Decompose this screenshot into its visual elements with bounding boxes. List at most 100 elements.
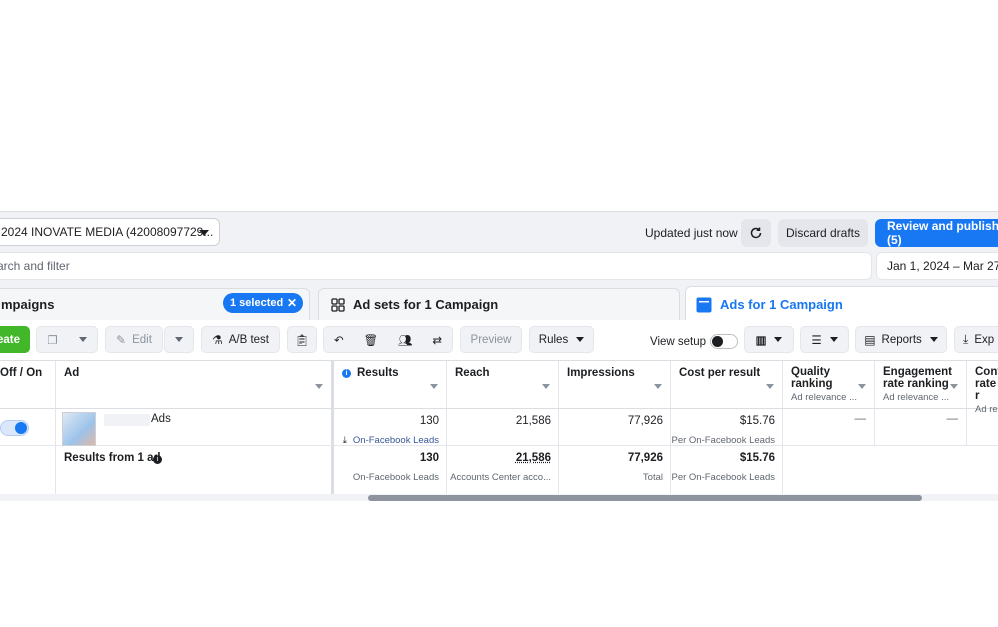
account-selector[interactable]: 2024 INOVATE MEDIA (42008097729...	[0, 218, 220, 246]
column-header-off-on[interactable]: Off / On	[0, 361, 56, 409]
summary-reach-cell: 21,586 Accounts Center acco...	[447, 446, 559, 494]
summary-results: 130	[419, 452, 439, 464]
share-icon[interactable]: ⇄	[432, 333, 442, 347]
view-setup-toggle[interactable]	[710, 334, 738, 349]
reach-value: 21,586	[515, 415, 551, 427]
summary-impressions-cell: 77,926 Total	[559, 446, 671, 494]
people-icon[interactable]: 👥︎	[398, 333, 413, 347]
column-header-engagement-ranking[interactable]: Engagement rate ranking Ad relevance ...	[875, 361, 967, 409]
results-type-link[interactable]: ⤓ On-Facebook Leads	[343, 435, 439, 446]
edit-label: Edit	[132, 333, 152, 346]
column-header-cost-per-result[interactable]: Cost per result	[671, 361, 783, 409]
download-icon: ⤓	[342, 435, 347, 446]
chevron-down-icon	[774, 337, 783, 342]
summary-cost: $15.76	[739, 452, 775, 464]
tab-ad-sets[interactable]: Ad sets for 1 Campaign	[318, 288, 680, 320]
date-range-picker[interactable]: Jan 1, 2024 – Mar 27, 2	[876, 252, 998, 280]
breakdown-button[interactable]: ☰	[800, 326, 849, 353]
table-row-cost-cell: $15.76 Per On-Facebook Leads	[671, 409, 783, 446]
ad-name[interactable]: Ads	[151, 413, 171, 425]
engagement-value: —	[946, 413, 959, 425]
chevron-down-icon	[78, 337, 87, 342]
sort-icon[interactable]	[950, 384, 958, 389]
flask-icon: ⚗	[211, 332, 223, 347]
create-button[interactable]: eate	[0, 326, 30, 353]
undo-icon[interactable]: ↶	[334, 333, 344, 347]
clipboard-button[interactable]: 📋︎	[287, 326, 317, 353]
sort-icon[interactable]	[654, 384, 662, 389]
column-header-impressions[interactable]: Impressions	[559, 361, 671, 409]
table-row-quality-cell: —	[783, 409, 875, 446]
cost-sublabel: Per On-Facebook Leads	[671, 435, 775, 446]
info-icon[interactable]: i	[153, 455, 162, 464]
rules-button[interactable]: Rules	[529, 326, 594, 353]
column-header-reach[interactable]: Reach	[447, 361, 559, 409]
table-row-engagement-cell: —	[875, 409, 967, 446]
export-button[interactable]: ⤓ Exp	[954, 326, 998, 353]
tab-campaigns-label: mpaigns	[1, 297, 55, 312]
header-label: Quality ranking	[791, 366, 833, 390]
edit-button[interactable]: ✎ Edit	[105, 326, 163, 353]
ad-status-toggle[interactable]	[0, 420, 29, 436]
horizontal-scrollbar[interactable]	[368, 495, 922, 501]
sort-icon[interactable]	[430, 384, 438, 389]
cost-value: $15.76	[739, 415, 775, 427]
table-row-reach-cell: 21,586	[447, 409, 559, 446]
selected-pill[interactable]: 1 selected ✕	[223, 293, 303, 313]
discard-drafts-button[interactable]: Discard drafts	[778, 219, 868, 247]
duplicate-button[interactable]: ❐	[36, 326, 98, 353]
columns-icon: ▥	[755, 334, 767, 347]
chevron-down-icon	[175, 337, 183, 342]
columns-button[interactable]: ▥	[744, 326, 794, 353]
preview-button[interactable]: Preview	[460, 326, 522, 353]
tab-ad-sets-label: Ad sets for 1 Campaign	[353, 297, 499, 312]
chevron-down-icon	[576, 337, 585, 342]
reports-icon: ▤	[864, 332, 876, 347]
search-filter-input[interactable]: arch and filter	[0, 252, 872, 280]
review-publish-button[interactable]: Review and publish (5)	[875, 219, 998, 247]
table-row-ad-cell[interactable]: Ads	[56, 409, 334, 446]
selected-count: 1 selected	[230, 297, 284, 309]
ads-table: Off / On Ad i Results Reach Impressions C…	[0, 360, 998, 494]
ab-test-button[interactable]: ⚗ A/B test	[201, 326, 280, 353]
reports-button[interactable]: ▤ Reports	[855, 326, 947, 353]
ad-icon	[696, 297, 712, 312]
sort-icon[interactable]	[542, 384, 550, 389]
reports-label: Reports	[881, 333, 922, 346]
view-setup-label: View setup	[650, 336, 707, 348]
summary-reach[interactable]: 21,586	[516, 452, 551, 464]
sort-icon[interactable]	[315, 384, 323, 389]
redacted-text	[104, 414, 150, 426]
chevron-down-icon	[199, 230, 209, 236]
summary-cost-cell: $15.76 Per On-Facebook Leads	[671, 446, 783, 494]
column-header-ad[interactable]: Ad	[56, 361, 334, 409]
header-sublabel: Ad relevance ...	[791, 392, 858, 403]
header-label: Engagement rate ranking	[883, 366, 953, 390]
header-label: Conv rate r	[975, 366, 998, 402]
account-name: 2024 INOVATE MEDIA (42008097729...	[1, 225, 214, 239]
header-label: Cost per result	[679, 367, 761, 379]
column-header-results[interactable]: i Results	[334, 361, 447, 409]
summary-label-cell: Results from 1 ad i	[56, 446, 334, 494]
pencil-icon: ✎	[116, 332, 127, 347]
column-header-conversion-ranking[interactable]: Conv rate rAd rel	[967, 361, 998, 415]
ads-manager-frame: 2024 INOVATE MEDIA (42008097729... Updat…	[0, 211, 998, 501]
header-label: Off / On	[0, 367, 43, 379]
sort-icon[interactable]	[766, 384, 774, 389]
header-label: Ad	[64, 367, 80, 379]
quality-value: —	[854, 413, 867, 425]
duplicate-icon: ❐	[47, 334, 58, 347]
sort-icon[interactable]	[858, 384, 866, 389]
refresh-button[interactable]	[741, 219, 771, 247]
table-row-impressions-cell: 77,926	[559, 409, 671, 446]
tab-ads-label: Ads for 1 Campaign	[720, 297, 843, 312]
results-type: On-Facebook Leads	[352, 435, 439, 446]
download-icon: ⤓	[963, 332, 969, 346]
column-header-quality-ranking[interactable]: Quality ranking Ad relevance ...	[783, 361, 875, 409]
info-icon[interactable]: i	[342, 369, 351, 378]
edit-dropdown-button[interactable]	[164, 326, 194, 353]
close-icon[interactable]: ✕	[287, 296, 297, 310]
trash-icon[interactable]: 🗑︎	[363, 333, 378, 347]
search-placeholder: arch and filter	[0, 259, 70, 273]
tab-ads[interactable]: Ads for 1 Campaign	[685, 286, 998, 322]
